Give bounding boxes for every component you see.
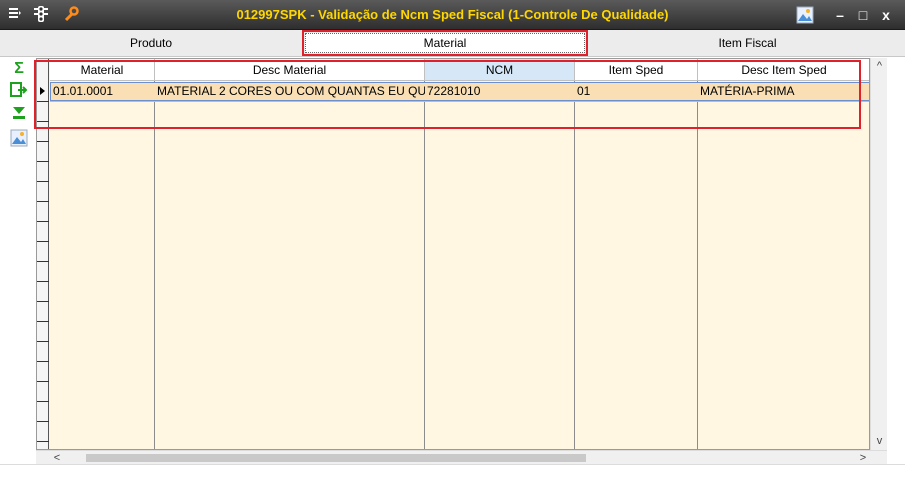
status-bar	[0, 464, 905, 479]
close-button[interactable]: x	[876, 5, 896, 25]
current-row-arrow-icon	[40, 87, 45, 95]
column-header-item-sped[interactable]: Item Sped	[575, 59, 698, 81]
cell-item-sped[interactable]: 01	[575, 83, 698, 100]
title-bar: 012997SPK - Validação de Ncm Sped Fiscal…	[0, 0, 905, 30]
filter-down-icon[interactable]	[10, 105, 28, 123]
image-icon[interactable]	[10, 129, 28, 147]
tab-bar: Produto Material Item Fiscal	[0, 30, 905, 57]
sum-icon[interactable]: Σ	[10, 60, 28, 78]
window-title: 012997SPK - Validação de Ncm Sped Fiscal…	[236, 7, 669, 22]
cell-material[interactable]: 01.01.0001	[51, 83, 155, 100]
minimize-button[interactable]: –	[830, 5, 850, 25]
cell-ncm[interactable]: 72281010	[425, 83, 575, 100]
image-icon[interactable]	[795, 6, 815, 26]
column-header-ncm[interactable]: NCM	[425, 59, 575, 81]
side-toolbar: Σ	[0, 57, 35, 464]
row-separator	[50, 101, 869, 102]
scroll-left-icon[interactable]: <	[50, 451, 64, 465]
table-row[interactable]: 01.01.0001 MATERIAL 2 CORES OU COM QUANT…	[50, 82, 869, 101]
cell-desc-material[interactable]: MATERIAL 2 CORES OU COM QUANTAS EU QUERO	[155, 83, 425, 100]
row-indicator-column	[37, 59, 49, 449]
maximize-button[interactable]: □	[853, 5, 873, 25]
column-header-material[interactable]: Material	[50, 59, 155, 81]
export-icon[interactable]	[10, 81, 28, 99]
scroll-up-icon[interactable]: ^	[871, 58, 888, 75]
tab-produto[interactable]: Produto	[0, 30, 302, 57]
scroll-down-icon[interactable]: v	[871, 433, 888, 450]
horizontal-scrollbar[interactable]: < >	[36, 450, 887, 464]
tab-item-fiscal[interactable]: Item Fiscal	[590, 30, 905, 57]
scroll-right-icon[interactable]: >	[856, 451, 870, 465]
column-header-desc-material[interactable]: Desc Material	[155, 59, 425, 81]
data-grid: Material Desc Material NCM Item Sped Des…	[36, 58, 870, 450]
tab-material[interactable]: Material	[305, 33, 585, 53]
horizontal-scroll-thumb[interactable]	[86, 454, 586, 462]
cell-desc-item-sped[interactable]: MATÉRIA-PRIMA	[698, 83, 869, 100]
vertical-scrollbar[interactable]: ^ v	[870, 58, 887, 450]
column-header-desc-item-sped[interactable]: Desc Item Sped	[698, 59, 869, 81]
